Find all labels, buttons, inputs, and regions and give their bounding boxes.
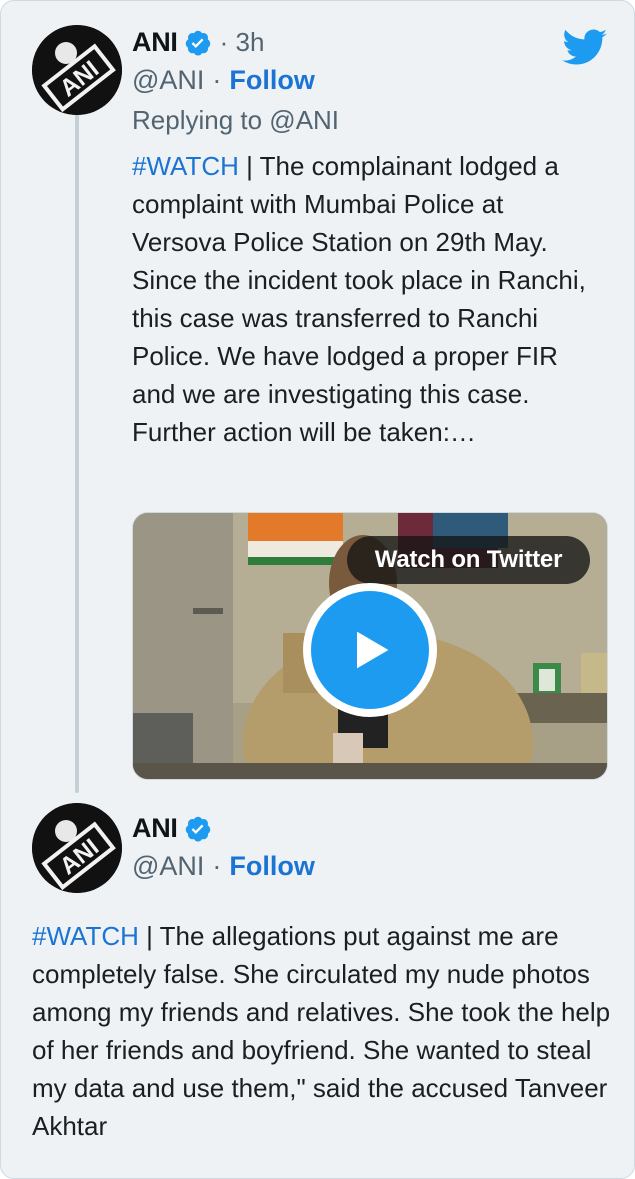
ani-avatar[interactable]: ANI [32,25,122,115]
ani-avatar[interactable]: ANI [32,803,122,893]
tweet-2-author-row: ANI [132,813,212,844]
replying-to[interactable]: Replying to @ANI [132,105,339,136]
tweet-2-body: | The allegations put against me are com… [32,921,611,1141]
author-handle[interactable]: @ANI [132,851,204,882]
follow-button[interactable]: Follow [229,851,314,882]
tweet-1-body: | The complainant lodged a complaint wit… [132,151,586,447]
tweet-2-handle-row: @ANI · Follow [132,851,315,882]
hashtag-link[interactable]: #WATCH [132,151,239,181]
follow-button[interactable]: Follow [229,65,314,96]
tweet-time[interactable]: · 3h [220,27,265,58]
verified-badge-icon [184,815,212,843]
hashtag-link[interactable]: #WATCH [32,921,139,951]
play-icon [311,591,429,709]
author-name[interactable]: ANI [132,27,178,58]
author-name[interactable]: ANI [132,813,178,844]
tweet-1-text: #WATCH | The complainant lodged a compla… [132,147,602,451]
verified-badge-icon [184,29,212,57]
separator-dot: · [212,851,222,881]
author-handle[interactable]: @ANI [132,65,204,96]
separator-dot: · [212,65,222,95]
play-button[interactable] [303,583,437,717]
tweet-embed-card: ANI ANI · 3h @ANI · Follow Replying to @… [0,0,635,1179]
tweet-1-handle-row: @ANI · Follow [132,65,315,96]
thread-connector-line [75,113,79,793]
watch-on-twitter-button[interactable]: Watch on Twitter [347,536,590,584]
twitter-bird-icon[interactable] [562,29,608,72]
tweet-1-author-row: ANI · 3h [132,27,264,58]
tweet-2-text: #WATCH | The allegations put against me … [32,917,612,1145]
